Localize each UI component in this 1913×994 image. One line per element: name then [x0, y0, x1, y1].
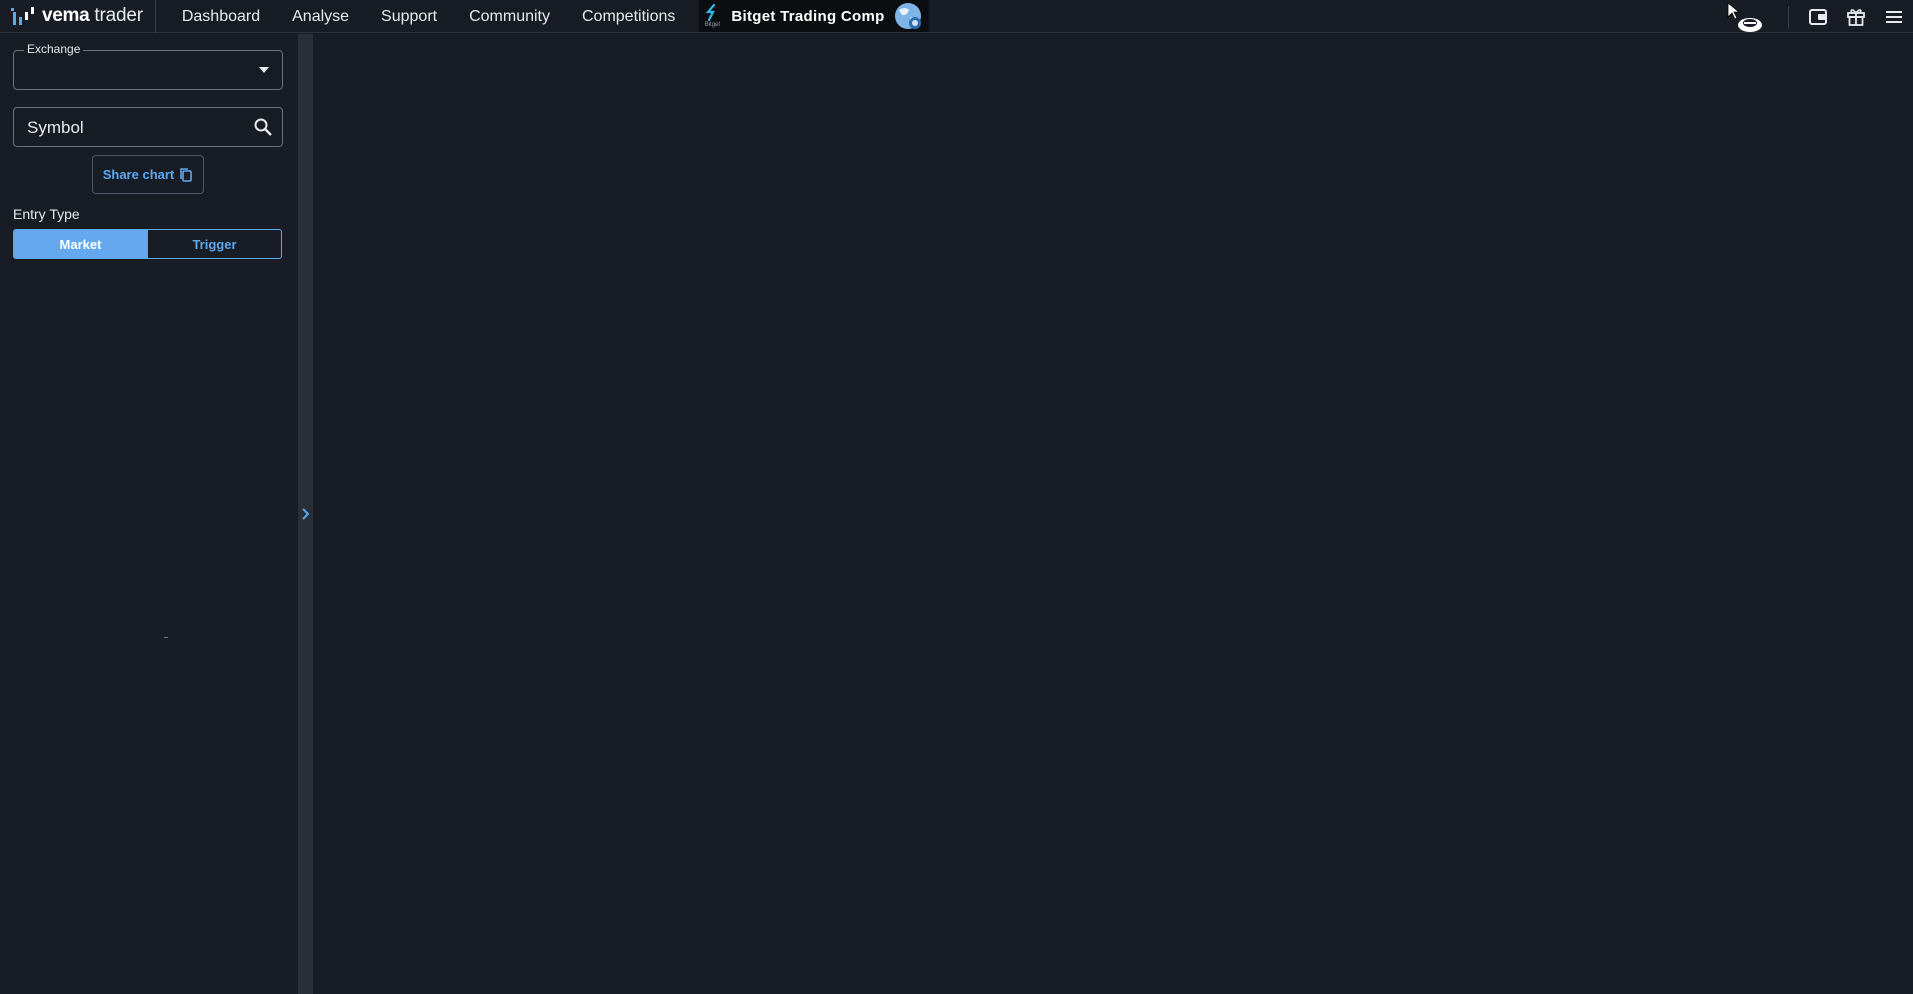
exchange-select[interactable]: Exchange [13, 42, 283, 90]
menu-button[interactable] [1875, 0, 1913, 33]
avatar-icon[interactable] [1724, 1, 1764, 33]
chart-area[interactable] [313, 34, 1913, 994]
nav-community[interactable]: Community [453, 0, 566, 33]
bitget-logo-text: Bitget [704, 22, 721, 28]
exchange-label: Exchange [24, 42, 84, 56]
bitget-logo: Bitget [701, 2, 723, 30]
nav-support[interactable]: Support [365, 0, 453, 33]
search-icon[interactable] [253, 117, 273, 137]
brand-name-bold: vema [42, 5, 90, 26]
share-chart-button[interactable]: Share chart [92, 155, 204, 194]
wallet-button[interactable] [1799, 0, 1837, 33]
globe-icon [894, 3, 921, 29]
symbol-search-field [13, 107, 283, 147]
entry-type-label: Entry Type [13, 206, 80, 222]
nav-competitions[interactable]: Competitions [566, 0, 691, 33]
bitget-logo-icon [705, 4, 716, 22]
entry-type-toggle: Market Trigger [13, 229, 282, 259]
nav-analyse[interactable]: Analyse [276, 0, 365, 33]
entry-type-market[interactable]: Market [14, 230, 147, 258]
brand-name-light: trader [94, 5, 143, 26]
gift-icon [1847, 8, 1865, 26]
top-navigation-bar: vema trader Dashboard Analyse Support Co… [0, 0, 1913, 33]
header-divider [1788, 5, 1789, 28]
order-sidebar: Exchange Share chart Entry Type Market T… [0, 34, 298, 994]
share-chart-label: Share chart [102, 167, 175, 182]
brand-logo[interactable]: vema trader [0, 0, 156, 33]
bitget-competition-banner[interactable]: Bitget Bitget Trading Comp [699, 0, 929, 32]
sidebar-splitter[interactable] [298, 34, 313, 994]
wallet-icon [1809, 8, 1827, 25]
copy-icon [180, 167, 193, 182]
hamburger-menu-icon [1886, 10, 1902, 23]
header-actions [1724, 0, 1913, 33]
nav-dashboard[interactable]: Dashboard [166, 0, 276, 33]
entry-type-trigger[interactable]: Trigger [147, 230, 281, 258]
caret-down-icon [259, 67, 269, 73]
loading-indicator [164, 637, 168, 638]
main-nav: Dashboard Analyse Support Community Comp… [166, 0, 692, 33]
symbol-input[interactable] [27, 117, 247, 139]
gift-button[interactable] [1837, 0, 1875, 33]
promo-label: Bitget Trading Comp [731, 7, 885, 25]
vema-logo-icon [11, 7, 34, 25]
chevron-right-icon[interactable] [301, 507, 311, 521]
